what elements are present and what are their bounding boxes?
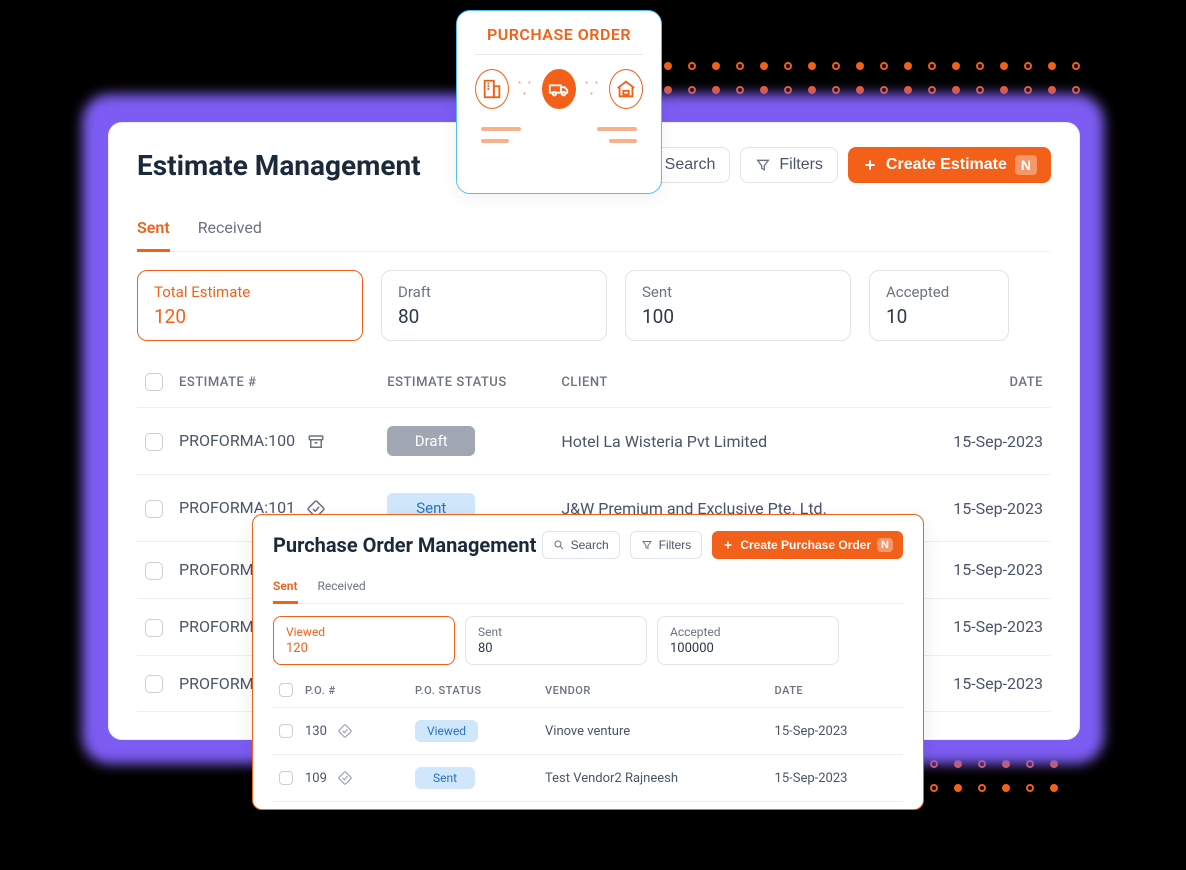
stat-viewed[interactable]: Viewed 120	[273, 616, 455, 665]
stat-label: Viewed	[286, 625, 442, 639]
estimate-num: PROFORMA:100	[179, 431, 295, 450]
date-cell: 15-Sep-2023	[915, 542, 1051, 599]
po-tabs: Sent Received	[273, 573, 903, 604]
purchase-order-management-card: Purchase Order Management Search Filters…	[252, 514, 924, 810]
create-po-button[interactable]: Create Purchase Order N	[712, 531, 903, 559]
create-po-label: Create Purchase Order	[740, 538, 871, 552]
stat-draft[interactable]: Draft 80	[381, 270, 607, 341]
stat-value: 80	[398, 305, 590, 328]
date-cell: 15-Sep-2023	[915, 475, 1051, 542]
col-date: DATE	[915, 363, 1051, 408]
row-checkbox[interactable]	[279, 724, 293, 738]
home-icon	[609, 69, 643, 109]
vendor-cell: Vinove venture	[539, 708, 769, 755]
create-estimate-label: Create Estimate	[886, 156, 1007, 174]
col-date: DATE	[769, 677, 903, 708]
plus-icon	[722, 539, 734, 551]
stat-label: Sent	[478, 625, 634, 639]
filter-icon	[755, 157, 771, 173]
search-label: Search	[571, 538, 609, 552]
client-cell: Hotel La Wisteria Pvt Limited	[553, 408, 915, 475]
estimate-tabs: Sent Received	[137, 210, 1051, 252]
status-badge: Viewed	[415, 720, 478, 742]
connector-dots: • • •	[515, 78, 536, 100]
filters-button[interactable]: Filters	[630, 531, 703, 559]
col-client: CLIENT	[553, 363, 915, 408]
create-estimate-button[interactable]: Create Estimate N	[848, 147, 1051, 183]
stat-sent[interactable]: Sent 80	[465, 616, 647, 665]
archive-icon	[307, 433, 325, 451]
search-button[interactable]: Search	[542, 531, 620, 559]
date-cell: 15-Sep-2023	[915, 655, 1051, 712]
row-checkbox[interactable]	[145, 500, 163, 518]
search-icon	[553, 539, 565, 551]
filter-icon	[641, 539, 653, 551]
stat-value: 80	[478, 641, 634, 656]
select-all-checkbox[interactable]	[145, 373, 163, 391]
stat-accepted[interactable]: Accepted 100000	[657, 616, 839, 665]
stat-value: 100000	[670, 641, 826, 656]
building-icon	[475, 69, 509, 109]
date-cell: 15-Sep-2023	[769, 708, 903, 755]
col-po-status: P.O. STATUS	[409, 677, 539, 708]
status-badge: Sent	[415, 767, 475, 789]
table-row[interactable]: PROFORMA:100 Draft Hotel La Wisteria Pvt…	[137, 408, 1051, 475]
table-row[interactable]: 109 Sent Test Vendor2 Rajneesh 15-Sep-20…	[273, 755, 903, 802]
row-checkbox[interactable]	[145, 619, 163, 637]
filters-button[interactable]: Filters	[740, 147, 838, 183]
row-checkbox[interactable]	[145, 562, 163, 580]
stat-value: 10	[886, 305, 992, 328]
purchase-order-badge: PURCHASE ORDER • • • • • •	[456, 10, 662, 194]
col-estimate-num: ESTIMATE #	[171, 363, 379, 408]
tab-received[interactable]: Received	[198, 210, 262, 251]
stat-sent[interactable]: Sent 100	[625, 270, 851, 341]
filters-label: Filters	[659, 538, 692, 552]
row-checkbox[interactable]	[279, 771, 293, 785]
stat-value: 120	[286, 641, 442, 656]
stat-label: Total Estimate	[154, 283, 346, 301]
row-checkbox[interactable]	[145, 675, 163, 693]
stat-label: Draft	[398, 283, 590, 301]
verified-icon	[338, 724, 352, 738]
stat-accepted[interactable]: Accepted 10	[869, 270, 1009, 341]
truck-icon	[542, 69, 576, 109]
stat-label: Sent	[642, 283, 834, 301]
stat-label: Accepted	[886, 283, 992, 301]
search-label: Search	[665, 156, 716, 174]
stat-total-estimate[interactable]: Total Estimate 120	[137, 270, 363, 341]
verified-icon	[338, 771, 352, 785]
po-table: P.O. # P.O. STATUS VENDOR DATE 130 Viewe…	[273, 677, 903, 802]
tab-sent[interactable]: Sent	[273, 573, 298, 604]
col-estimate-status: ESTIMATE STATUS	[379, 363, 553, 408]
status-badge: Draft	[387, 426, 475, 456]
plus-icon	[862, 157, 878, 173]
new-badge: N	[877, 538, 893, 552]
stat-label: Accepted	[670, 625, 826, 639]
tab-received[interactable]: Received	[318, 573, 366, 603]
col-po-num: P.O. #	[299, 677, 409, 708]
connector-dots: • • •	[582, 78, 603, 100]
stat-value: 120	[154, 305, 346, 328]
date-cell: 15-Sep-2023	[769, 755, 903, 802]
po-num: 109	[305, 771, 327, 786]
select-all-checkbox[interactable]	[279, 683, 293, 697]
new-badge: N	[1015, 155, 1037, 175]
row-checkbox[interactable]	[145, 433, 163, 451]
date-cell: 15-Sep-2023	[915, 598, 1051, 655]
tab-sent[interactable]: Sent	[137, 210, 170, 252]
date-cell: 15-Sep-2023	[915, 408, 1051, 475]
stat-value: 100	[642, 305, 834, 328]
filters-label: Filters	[779, 156, 823, 174]
table-row[interactable]: 130 Viewed Vinove venture 15-Sep-2023	[273, 708, 903, 755]
vendor-cell: Test Vendor2 Rajneesh	[539, 755, 769, 802]
badge-title: PURCHASE ORDER	[475, 25, 643, 44]
po-num: 130	[305, 724, 327, 739]
col-vendor: VENDOR	[539, 677, 769, 708]
